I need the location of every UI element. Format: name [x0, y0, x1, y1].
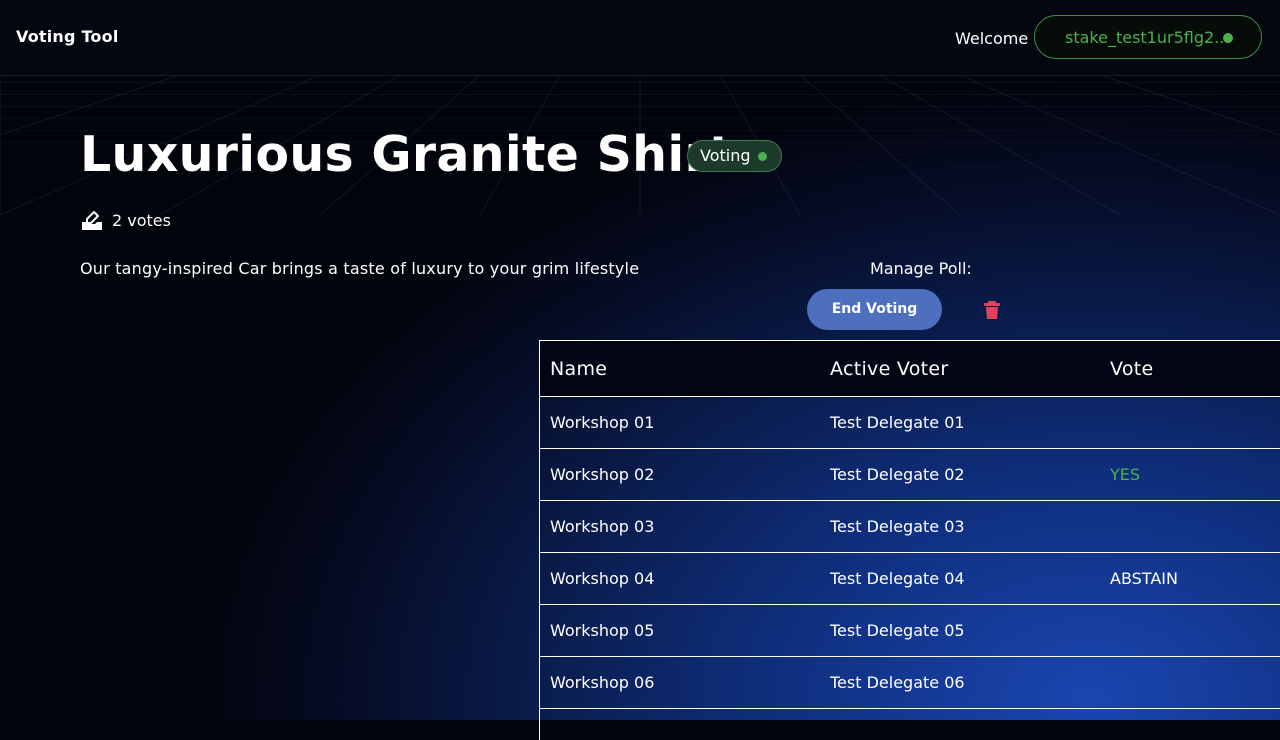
poll-status-label: Voting — [700, 146, 751, 165]
poll-description: Our tangy-inspired Car brings a taste of… — [80, 259, 640, 278]
row-voter: Test Delegate 06 — [830, 673, 965, 692]
column-header-active-voter[interactable]: Active Voter — [830, 358, 949, 380]
table-row[interactable]: Workshop 04 Test Delegate 04 ABSTAIN — [540, 553, 1280, 605]
row-name: Workshop 04 — [550, 569, 655, 588]
top-navigation-bar: Voting Tool Welcome stake_test1ur5flg2..… — [0, 0, 1280, 76]
row-voter: Test Delegate 01 — [830, 413, 965, 432]
votes-table: Name Active Voter Vote Workshop 01 Test … — [539, 340, 1280, 740]
vote-count: 2 votes — [112, 211, 171, 230]
wallet-connected-indicator — [1223, 33, 1233, 43]
table-row[interactable]: Workshop 01 Test Delegate 01 — [540, 397, 1280, 449]
table-row[interactable]: Workshop 02 Test Delegate 02 YES — [540, 449, 1280, 501]
row-vote: YES — [1110, 465, 1141, 484]
row-voter: Test Delegate 02 — [830, 465, 965, 484]
ballot-icon — [82, 211, 102, 230]
status-dot — [758, 152, 767, 161]
row-name: Workshop 02 — [550, 465, 655, 484]
welcome-text: Welcome — [955, 29, 1029, 48]
row-name: Workshop 06 — [550, 673, 655, 692]
poll-title: Luxurious Granite Shirt — [80, 126, 733, 183]
column-header-name[interactable]: Name — [550, 358, 607, 380]
table-header: Name Active Voter Vote — [540, 341, 1280, 397]
wallet-button[interactable]: stake_test1ur5flg2... — [1034, 15, 1262, 59]
row-name: Workshop 03 — [550, 517, 655, 536]
row-voter: Test Delegate 03 — [830, 517, 965, 536]
row-name: Workshop 01 — [550, 413, 655, 432]
table-row[interactable]: Workshop 05 Test Delegate 05 — [540, 605, 1280, 657]
end-voting-button[interactable]: End Voting — [807, 289, 942, 330]
manage-poll-label: Manage Poll: — [870, 259, 972, 278]
column-header-vote[interactable]: Vote — [1110, 358, 1154, 380]
trash-icon[interactable] — [982, 300, 1002, 320]
table-row[interactable]: Workshop 03 Test Delegate 03 — [540, 501, 1280, 553]
row-vote: ABSTAIN — [1110, 569, 1178, 588]
app-brand[interactable]: Voting Tool — [16, 27, 119, 46]
row-voter: Test Delegate 04 — [830, 569, 965, 588]
wallet-address: stake_test1ur5flg2... — [1065, 27, 1230, 47]
row-name: Workshop 05 — [550, 621, 655, 640]
table-row[interactable]: Workshop 06 Test Delegate 06 — [540, 657, 1280, 709]
row-voter: Test Delegate 05 — [830, 621, 965, 640]
poll-status-badge: Voting — [687, 140, 782, 172]
